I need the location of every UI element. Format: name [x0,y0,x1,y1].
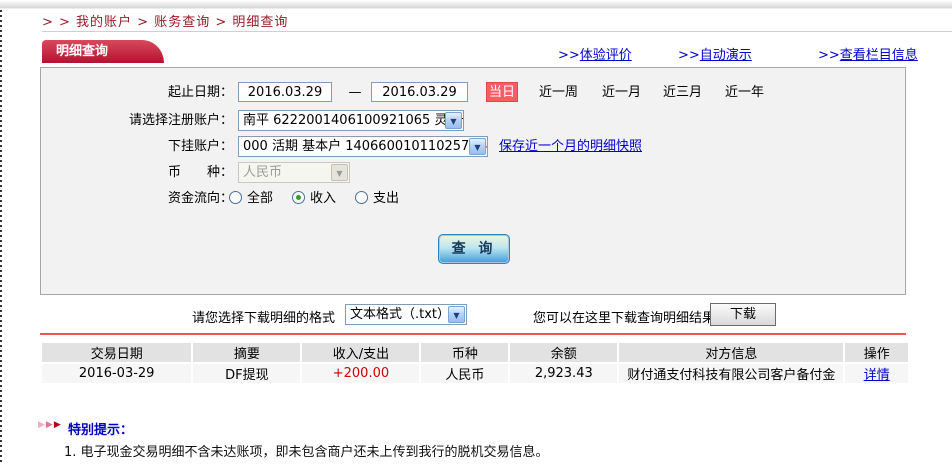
col-header-currency: 币种 [421,343,508,362]
table-row: 2016-03-29 DF提现 +200.00 人民币 2,923.43 财付通… [42,364,908,383]
dotted-frame-border [0,0,2,465]
flow-direction-label: 资金流向： [41,188,233,210]
col-header-balance: 余额 [510,343,617,362]
chevron-down-icon: ▼ [448,306,465,323]
sub-account-select[interactable]: 000 活期 基本户 1406600101102571848 ▼ [238,136,488,157]
cell-date: 2016-03-29 [42,364,191,383]
radio-label: 全部 [247,191,273,206]
link-label: 体验评价 [580,48,632,63]
red-separator-line [40,333,906,335]
radio-icon [355,191,368,204]
breadcrumb: > > 我的账户 > 账务查询 > 明细查询 [42,11,288,30]
flow-direction-row: 资金流向： 全部 收入 支出 [41,188,905,210]
date-from-input[interactable] [238,82,332,102]
date-to-input[interactable] [371,82,468,102]
download-format-label: 请您选择下载明细的格式 [192,307,335,326]
registered-account-label: 请选择注册账户： [41,110,233,132]
selected-value: 文本格式（.txt） [350,307,450,322]
cell-currency: 人民币 [421,364,508,383]
triple-arrow-icon: ▶▶▶ [38,420,62,430]
detail-link[interactable]: 详情 [864,368,890,383]
link-prefix: >> [818,48,840,63]
query-form-panel: 起止日期： — 当日 近一周 近一月 近三月 近一年 请选择注册账户： 南平 6… [40,67,906,295]
selected-value: 000 活期 基本户 1406600101102571848 [243,139,488,154]
divider [42,31,952,32]
download-format-select[interactable]: 文本格式（.txt） ▼ [345,304,467,325]
save-snapshot-link[interactable]: 保存近一个月的明细快照 [499,136,642,158]
chevron-down-icon: ▼ [469,138,486,155]
panel-tab-detail-query: 明细查询 [42,40,164,63]
selected-value: 人民币 [243,165,282,180]
link-label: 自动演示 [700,48,752,63]
col-header-amount: 收入/支出 [302,343,419,362]
sub-account-row: 下挂账户： 000 活期 基本户 1406600101102571848 ▼ 保… [41,136,905,158]
radio-flow-expense[interactable]: 支出 [355,188,399,210]
chevron-down-icon: ▼ [445,112,462,129]
cell-summary: DF提现 [193,364,300,383]
link-prefix: >> [678,48,700,63]
link-experience-review[interactable]: >>体验评价 [558,44,632,63]
date-dash: — [344,82,366,104]
col-header-date: 交易日期 [42,343,191,362]
sub-account-label: 下挂账户： [41,136,233,158]
download-button[interactable]: 下载 [710,303,776,326]
table-header-row: 交易日期 摘要 收入/支出 币种 余额 对方信息 操作 [42,343,908,362]
col-header-action: 操作 [845,343,908,362]
radio-label: 收入 [310,191,336,206]
link-prefix: >> [558,48,580,63]
range-month-button[interactable]: 近一月 [602,82,641,104]
cell-balance: 2,923.43 [510,364,617,383]
date-range-row: 起止日期： — 当日 近一周 近一月 近三月 近一年 [41,82,905,104]
col-header-counterparty: 对方信息 [619,343,843,362]
currency-select-disabled: 人民币 ▼ [238,162,350,183]
chevron-down-icon: ▼ [331,164,348,181]
transaction-table: 交易日期 摘要 收入/支出 币种 余额 对方信息 操作 2016-03-29 D… [40,341,910,385]
radio-icon [229,191,242,204]
range-week-button[interactable]: 近一周 [539,82,578,104]
link-auto-demo[interactable]: >>自动演示 [678,44,752,63]
special-notice-title: 特别提示： [68,419,133,438]
link-label: 查看栏目信息 [840,48,918,63]
col-header-summary: 摘要 [193,343,300,362]
currency-label: 币 种： [41,162,233,184]
download-hint-text: 您可以在这里下载查询明细结果 [533,307,715,326]
selected-value: 南平 6222001406100921065 灵通卡 [243,113,464,128]
cell-amount: +200.00 [302,364,419,383]
range-year-button[interactable]: 近一年 [725,82,764,104]
cell-counterparty: 财付通支付科技有限公司客户备付金 [619,364,843,383]
radio-icon [292,191,305,204]
registered-account-select[interactable]: 南平 6222001406100921065 灵通卡 ▼ [238,110,464,131]
special-notice-item: 1. 电子现金交易明细不含未达账项，即未包含商户还未上传到我行的脱机交易信息。 [64,441,549,460]
top-gradient-bar [0,0,952,9]
radio-flow-all[interactable]: 全部 [229,188,273,210]
currency-row: 币 种： 人民币 ▼ [41,162,905,184]
radio-label: 支出 [373,191,399,206]
range-today-button[interactable]: 当日 [486,82,518,102]
date-range-label: 起止日期： [41,82,233,104]
query-button[interactable]: 查 询 [438,234,510,264]
page: > > 我的账户 > 账务查询 > 明细查询 明细查询 >>体验评价 >>自动演… [0,0,952,465]
link-view-column-info[interactable]: >>查看栏目信息 [818,44,918,63]
range-quarter-button[interactable]: 近三月 [663,82,702,104]
radio-flow-income[interactable]: 收入 [292,188,336,210]
registered-account-row: 请选择注册账户： 南平 6222001406100921065 灵通卡 ▼ [41,110,905,132]
